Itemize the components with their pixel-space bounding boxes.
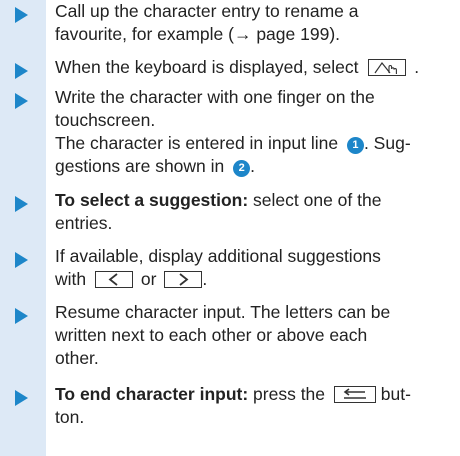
- step-line: When the keyboard is displayed, select .: [55, 56, 455, 79]
- step-line: with or .: [55, 268, 455, 291]
- step-text-segment: with: [55, 269, 87, 289]
- step-text-segment: .: [414, 57, 420, 77]
- step-line: other.: [55, 348, 99, 368]
- step-line: Resume character input. The letters can …: [55, 302, 391, 322]
- step-text-segment: press the: [248, 384, 326, 404]
- step-text-segment: .: [202, 269, 208, 289]
- step-arrow-icon: [15, 308, 28, 324]
- step-text: Write the character with one finger on t…: [55, 86, 455, 178]
- step-line: To end character input: press the but-: [55, 383, 455, 406]
- step-line: To select a suggestion: select one of th…: [55, 189, 455, 212]
- step-line: If available, display additional suggest…: [55, 246, 381, 266]
- step-text-segment: gestions are shown in: [55, 156, 225, 176]
- step-text-segment: The character is entered in input line: [55, 133, 339, 153]
- callout-badge-1: 1: [346, 137, 364, 154]
- step-arrow-icon: [15, 390, 28, 406]
- step-arrow-icon: [15, 252, 28, 268]
- step-line: entries.: [55, 213, 113, 233]
- step-line: favourite, for example (→ page 199).: [55, 24, 341, 44]
- callout-badge-2: 2: [233, 160, 251, 177]
- step-arrow-icon: [15, 63, 28, 79]
- step-text: To end character input: press the but- t…: [55, 383, 455, 429]
- step-line: The character is entered in input line 1…: [55, 132, 455, 155]
- step-arrow-icon: [15, 196, 28, 212]
- step-line: ton.: [55, 407, 85, 427]
- step-text: If available, display additional suggest…: [55, 245, 455, 291]
- step-text: Resume character input. The letters can …: [55, 301, 455, 370]
- step-line: Write the character with one finger on t…: [55, 87, 375, 107]
- step-arrow-icon: [15, 93, 28, 109]
- step-text-segment: When the keyboard is displayed, select: [55, 57, 359, 77]
- step-text-segment: . Sug-: [363, 133, 411, 153]
- step-text-segment: or: [140, 269, 157, 289]
- step-bold-lead: To end character input:: [55, 384, 249, 404]
- chevron-left-key-icon: [95, 271, 133, 288]
- step-line: gestions are shown in 2.: [55, 155, 455, 178]
- step-arrow-icon: [15, 7, 28, 23]
- chevron-right-key-icon: [164, 271, 203, 288]
- step-text: When the keyboard is displayed, select .: [55, 56, 455, 79]
- step-text: Call up the character entry to rename a …: [55, 0, 455, 46]
- step-line: Call up the character entry to rename a: [55, 1, 359, 21]
- back-arrow-key-icon: [333, 386, 376, 403]
- step-text-segment: but-: [375, 384, 411, 404]
- handwriting-key-icon: [368, 59, 407, 76]
- step-line: touchscreen.: [55, 110, 156, 130]
- step-text-segment: .: [250, 156, 256, 176]
- step-bold-lead: To select a suggestion:: [55, 190, 249, 210]
- step-text: To select a suggestion: select one of th…: [55, 189, 455, 235]
- step-text-segment: select one of the: [248, 190, 382, 210]
- step-line: written next to each other or above each: [55, 325, 368, 345]
